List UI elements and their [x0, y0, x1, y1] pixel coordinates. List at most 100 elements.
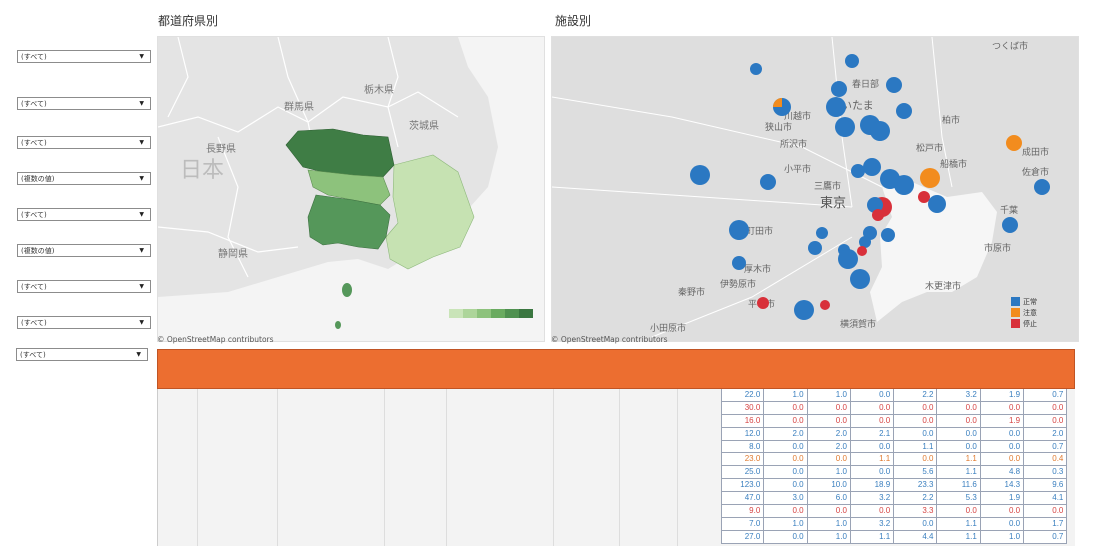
chevron-down-icon: ▼: [139, 139, 144, 146]
table-cell: 0.0: [937, 427, 981, 440]
map-label-gunma: 群馬県: [284, 100, 314, 113]
prefecture-map-canvas: 群馬県 栃木県 茨城県 長野県 日本 静岡県: [158, 37, 544, 341]
table-cell: 0.0: [894, 414, 938, 427]
chevron-down-icon: ▼: [139, 283, 144, 290]
table-cell: 2.0: [764, 427, 808, 440]
legend-label: 停止: [1023, 319, 1037, 328]
table-cell: 1.9: [981, 389, 1025, 401]
legend-item-stopped[interactable]: 停止: [1011, 318, 1037, 329]
legend-step: [449, 309, 463, 318]
table-cell: 0.0: [937, 505, 981, 517]
table-cell: 12.0: [721, 427, 765, 440]
table-cell: 23.3: [894, 479, 938, 492]
map-label: 伊勢原市: [720, 278, 756, 290]
table-row[interactable]: 27.0 0.0 1.0 1.1 4.4 1.1 1.0 0.7: [721, 530, 1068, 544]
legend-item-normal[interactable]: 正常: [1011, 296, 1037, 307]
table-cell: 0.0: [981, 401, 1025, 414]
table-cell: 0.4: [1024, 453, 1068, 466]
map-label: 柏市: [942, 114, 960, 126]
filter-dropdown-4[interactable]: (複数の値) ▼: [17, 172, 151, 185]
table-cell: 0.0: [808, 414, 851, 427]
prefecture-map[interactable]: 群馬県 栃木県 茨城県 長野県 日本 静岡県: [157, 36, 545, 342]
filter-dropdown-7[interactable]: (すべて) ▼: [17, 280, 151, 293]
facility-map-title: 施設別: [555, 14, 592, 28]
filter-dropdown-6[interactable]: (複数の値) ▼: [17, 244, 151, 257]
table-row[interactable]: 16.0 0.0 0.0 0.0 0.0 0.0 1.9 0.0: [721, 414, 1068, 428]
table-cell: 0.0: [851, 389, 895, 401]
table-cell: 3.2: [851, 517, 895, 530]
table-row[interactable]: 30.0 0.0 0.0 0.0 0.0 0.0 0.0 0.0: [721, 401, 1068, 415]
table-cell: 1.0: [808, 389, 851, 401]
table-cell: 16.0: [721, 414, 765, 427]
table-cell: 3.2: [937, 389, 981, 401]
table-cell: 0.7: [1024, 389, 1068, 401]
filter-dropdown-8[interactable]: (すべて) ▼: [17, 316, 151, 329]
facility-map[interactable]: つくば市 川越市 さいたま 春日部 柏市 所沢市 狭山市 松戸市 船橋市 成田市…: [551, 36, 1079, 342]
table-cell: 0.0: [851, 401, 895, 414]
map-label: 厚木市: [744, 263, 771, 275]
map-label: 佐倉市: [1022, 166, 1049, 178]
map-label: 狭山市: [765, 121, 792, 133]
map-label: 秦野市: [678, 286, 705, 298]
map-label: 小平市: [784, 163, 811, 175]
column-divider: [677, 389, 678, 546]
filter-dropdown-5[interactable]: (すべて) ▼: [17, 208, 151, 221]
table-cell: 0.0: [937, 440, 981, 453]
table-cell: 0.0: [981, 427, 1025, 440]
filter-value: (複数の値): [21, 246, 55, 255]
table-cell: 1.0: [808, 466, 851, 479]
table-cell: 3.3: [894, 505, 938, 517]
table-cell: 0.0: [851, 414, 895, 427]
table-cell: 1.0: [764, 517, 808, 530]
map-label: 松戸市: [916, 142, 943, 154]
filter-value: (すべて): [21, 210, 47, 219]
table-cell: 0.0: [808, 453, 851, 466]
filter-dropdown-3[interactable]: (すべて) ▼: [17, 136, 151, 149]
table-row[interactable]: 12.0 2.0 2.0 2.1 0.0 0.0 0.0 2.0: [721, 427, 1068, 441]
map-attribution: © OpenStreetMap contributors: [157, 335, 274, 344]
table-cell: 0.0: [981, 505, 1025, 517]
map-label-tochigi: 栃木県: [364, 83, 394, 96]
table-cell: 0.0: [764, 401, 808, 414]
map-label: 船橋市: [940, 158, 967, 170]
map-label: 小田原市: [650, 322, 686, 334]
table-row[interactable]: 23.0 0.0 0.0 1.1 0.0 1.1 0.0 0.4: [721, 453, 1068, 467]
map-label: 春日部: [852, 78, 879, 90]
table-row[interactable]: 8.0 0.0 2.0 0.0 1.1 0.0 0.0 0.7: [721, 440, 1068, 454]
table-cell: 3.0: [764, 492, 808, 505]
table-cell: 8.0: [721, 440, 765, 453]
table-header: [157, 349, 1075, 389]
filter-value: (複数の値): [21, 174, 55, 183]
chevron-down-icon: ▼: [139, 211, 144, 218]
map-label: つくば市: [992, 40, 1028, 52]
table-cell: 0.0: [808, 505, 851, 517]
table-cell: 1.0: [808, 530, 851, 543]
table-cell: 0.0: [764, 453, 808, 466]
table-cell: 30.0: [721, 401, 765, 414]
table-cell: 123.0: [721, 479, 765, 492]
map-label: 町田市: [746, 225, 773, 237]
table-cell: 9.0: [721, 505, 765, 517]
table-cell: 11.6: [937, 479, 981, 492]
table-row[interactable]: 123.0 0.0 10.0 18.9 23.3 11.6 14.3 9.6: [721, 479, 1068, 493]
column-divider: [384, 389, 385, 546]
column-divider: [197, 389, 198, 546]
filter-dropdown-9[interactable]: (すべて) ▼: [16, 348, 148, 361]
table-row[interactable]: 9.0 0.0 0.0 0.0 3.3 0.0 0.0 0.0: [721, 505, 1068, 518]
legend-step: [491, 309, 505, 318]
table-row[interactable]: 25.0 0.0 1.0 0.0 5.6 1.1 4.8 0.3: [721, 466, 1068, 480]
table-row[interactable]: 47.0 3.0 6.0 3.2 2.2 5.3 1.9 4.1: [721, 492, 1068, 506]
table-cell: 0.7: [1024, 530, 1068, 543]
chevron-down-icon: ▼: [139, 53, 144, 60]
table-cell: 6.0: [808, 492, 851, 505]
filter-dropdown-1[interactable]: (すべて) ▼: [17, 50, 151, 63]
legend-item-caution[interactable]: 注意: [1011, 307, 1037, 318]
filter-dropdown-2[interactable]: (すべて) ▼: [17, 97, 151, 110]
table-cell: 0.0: [981, 517, 1025, 530]
table-cell: 47.0: [721, 492, 765, 505]
table-cell: 1.0: [764, 389, 808, 401]
table-row[interactable]: 7.0 1.0 1.0 3.2 0.0 1.1 0.0 1.7: [721, 517, 1068, 531]
column-divider: [619, 389, 620, 546]
filter-value: (すべて): [20, 350, 46, 359]
table-row[interactable]: 22.0 1.0 1.0 0.0 2.2 3.2 1.9 0.7: [721, 389, 1068, 402]
